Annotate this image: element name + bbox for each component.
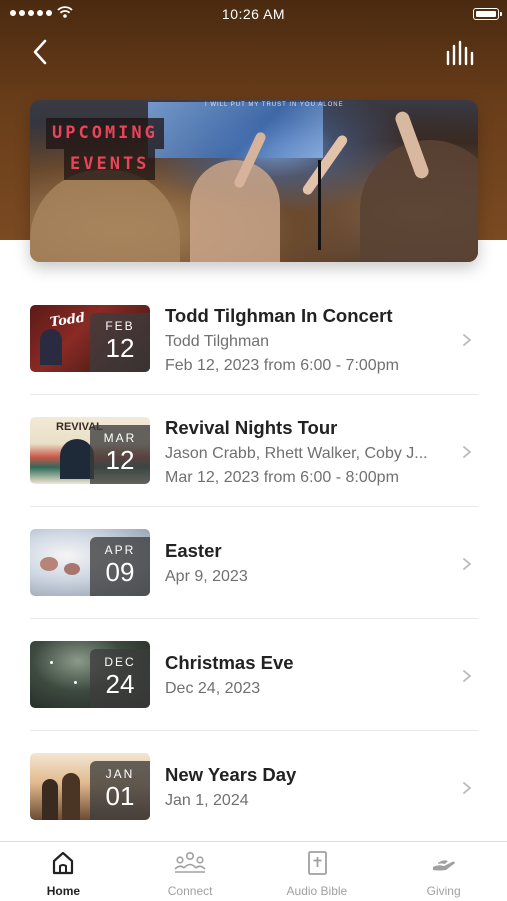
tab-audio-bible[interactable]: Audio Bible [254, 842, 381, 901]
event-date-badge: MAR 12 [90, 425, 150, 484]
bottom-tab-bar: Home Connect Audio Bible Giving [0, 841, 507, 901]
battery-icon [473, 8, 502, 20]
event-thumbnail: JAN 01 [30, 753, 150, 820]
event-day: 01 [105, 781, 135, 811]
home-icon [53, 851, 74, 875]
status-bar: 10:26 AM [0, 0, 507, 28]
snow-dot [74, 681, 77, 684]
status-time: 10:26 AM [221, 6, 286, 22]
event-date-badge: APR 09 [90, 537, 150, 596]
event-subtitle: Todd Tilghman [165, 333, 270, 350]
tripod [318, 160, 321, 250]
snow-dot [50, 661, 53, 664]
event-month: DEC [104, 655, 136, 669]
event-thumbnail: Todd FEB 12 [30, 305, 150, 372]
person-silhouette [62, 773, 80, 820]
event-row[interactable]: REVIVAL MAR 12 Revival Nights Tour Jason… [30, 395, 478, 507]
banner-title-line2: EVENTS [64, 149, 156, 180]
chevron-right-icon [463, 334, 472, 346]
blossom-shape [64, 563, 80, 575]
event-title: Todd Tilghman In Concert [165, 305, 393, 326]
events-list: Todd FEB 12 Todd Tilghman In Concert Tod… [30, 283, 478, 842]
event-datetime: Mar 12, 2023 from 6:00 - 8:00pm [165, 469, 399, 486]
banner-title: UPCOMING EVENTS [46, 118, 164, 180]
tab-connect[interactable]: Connect [127, 842, 254, 901]
event-date-badge: JAN 01 [90, 761, 150, 820]
chevron-right-icon [463, 670, 472, 682]
event-month: JAN [105, 767, 135, 781]
screen-caption: I WILL PUT MY TRUST IN YOU ALONE [205, 102, 344, 108]
event-date-badge: DEC 24 [90, 649, 150, 708]
event-month: FEB [105, 319, 135, 333]
chevron-right-icon [463, 782, 472, 794]
event-row[interactable]: DEC 24 Christmas Eve Dec 24, 2023 [30, 619, 478, 731]
equalizer-icon[interactable] [445, 40, 477, 66]
event-subtitle: Dec 24, 2023 [165, 680, 261, 697]
banner-title-line1: UPCOMING [46, 118, 164, 149]
tab-label: Giving [426, 884, 461, 898]
event-row[interactable]: JAN 01 New Years Day Jan 1, 2024 [30, 731, 478, 842]
event-day: 12 [105, 445, 135, 475]
event-title: Easter [165, 540, 222, 561]
event-month: MAR [103, 431, 137, 445]
blossom-shape [40, 557, 58, 571]
event-day: 12 [105, 333, 135, 363]
event-subtitle: Jan 1, 2024 [165, 792, 249, 809]
tab-label: Audio Bible [286, 884, 348, 898]
bible-icon [307, 851, 327, 875]
chevron-right-icon [463, 446, 472, 458]
performer-figure [40, 329, 62, 365]
event-title: Revival Nights Tour [165, 417, 338, 438]
event-subtitle: Apr 9, 2023 [165, 568, 248, 585]
event-thumbnail: REVIVAL MAR 12 [30, 417, 150, 484]
event-title: Christmas Eve [165, 652, 294, 673]
event-thumbnail: APR 09 [30, 529, 150, 596]
crowd-shape [30, 170, 180, 262]
upcoming-events-banner: I WILL PUT MY TRUST IN YOU ALONE UPCOMIN… [30, 100, 478, 262]
event-day: 09 [105, 557, 135, 587]
event-datetime: Feb 12, 2023 from 6:00 - 7:00pm [165, 357, 399, 374]
people-icon [174, 851, 206, 873]
tab-home[interactable]: Home [0, 842, 127, 901]
event-month: APR [104, 543, 136, 557]
event-subtitle: Jason Crabb, Rhett Walker, Coby J... [165, 445, 428, 462]
event-row[interactable]: Todd FEB 12 Todd Tilghman In Concert Tod… [30, 283, 478, 395]
tab-label: Home [46, 884, 81, 898]
thumbnail-caption: Todd [49, 310, 86, 331]
tab-giving[interactable]: Giving [380, 842, 507, 901]
event-day: 24 [105, 669, 135, 699]
crowd-shape [190, 160, 280, 262]
chevron-right-icon [463, 558, 472, 570]
event-date-badge: FEB 12 [90, 313, 150, 372]
event-row[interactable]: APR 09 Easter Apr 9, 2023 [30, 507, 478, 619]
projector-screen [148, 102, 323, 158]
back-button[interactable] [26, 36, 56, 68]
event-title: New Years Day [165, 764, 297, 785]
giving-hand-icon [432, 860, 455, 871]
person-silhouette [42, 779, 58, 820]
performer-figure [60, 439, 94, 479]
event-thumbnail: DEC 24 [30, 641, 150, 708]
tab-label: Connect [167, 884, 213, 898]
